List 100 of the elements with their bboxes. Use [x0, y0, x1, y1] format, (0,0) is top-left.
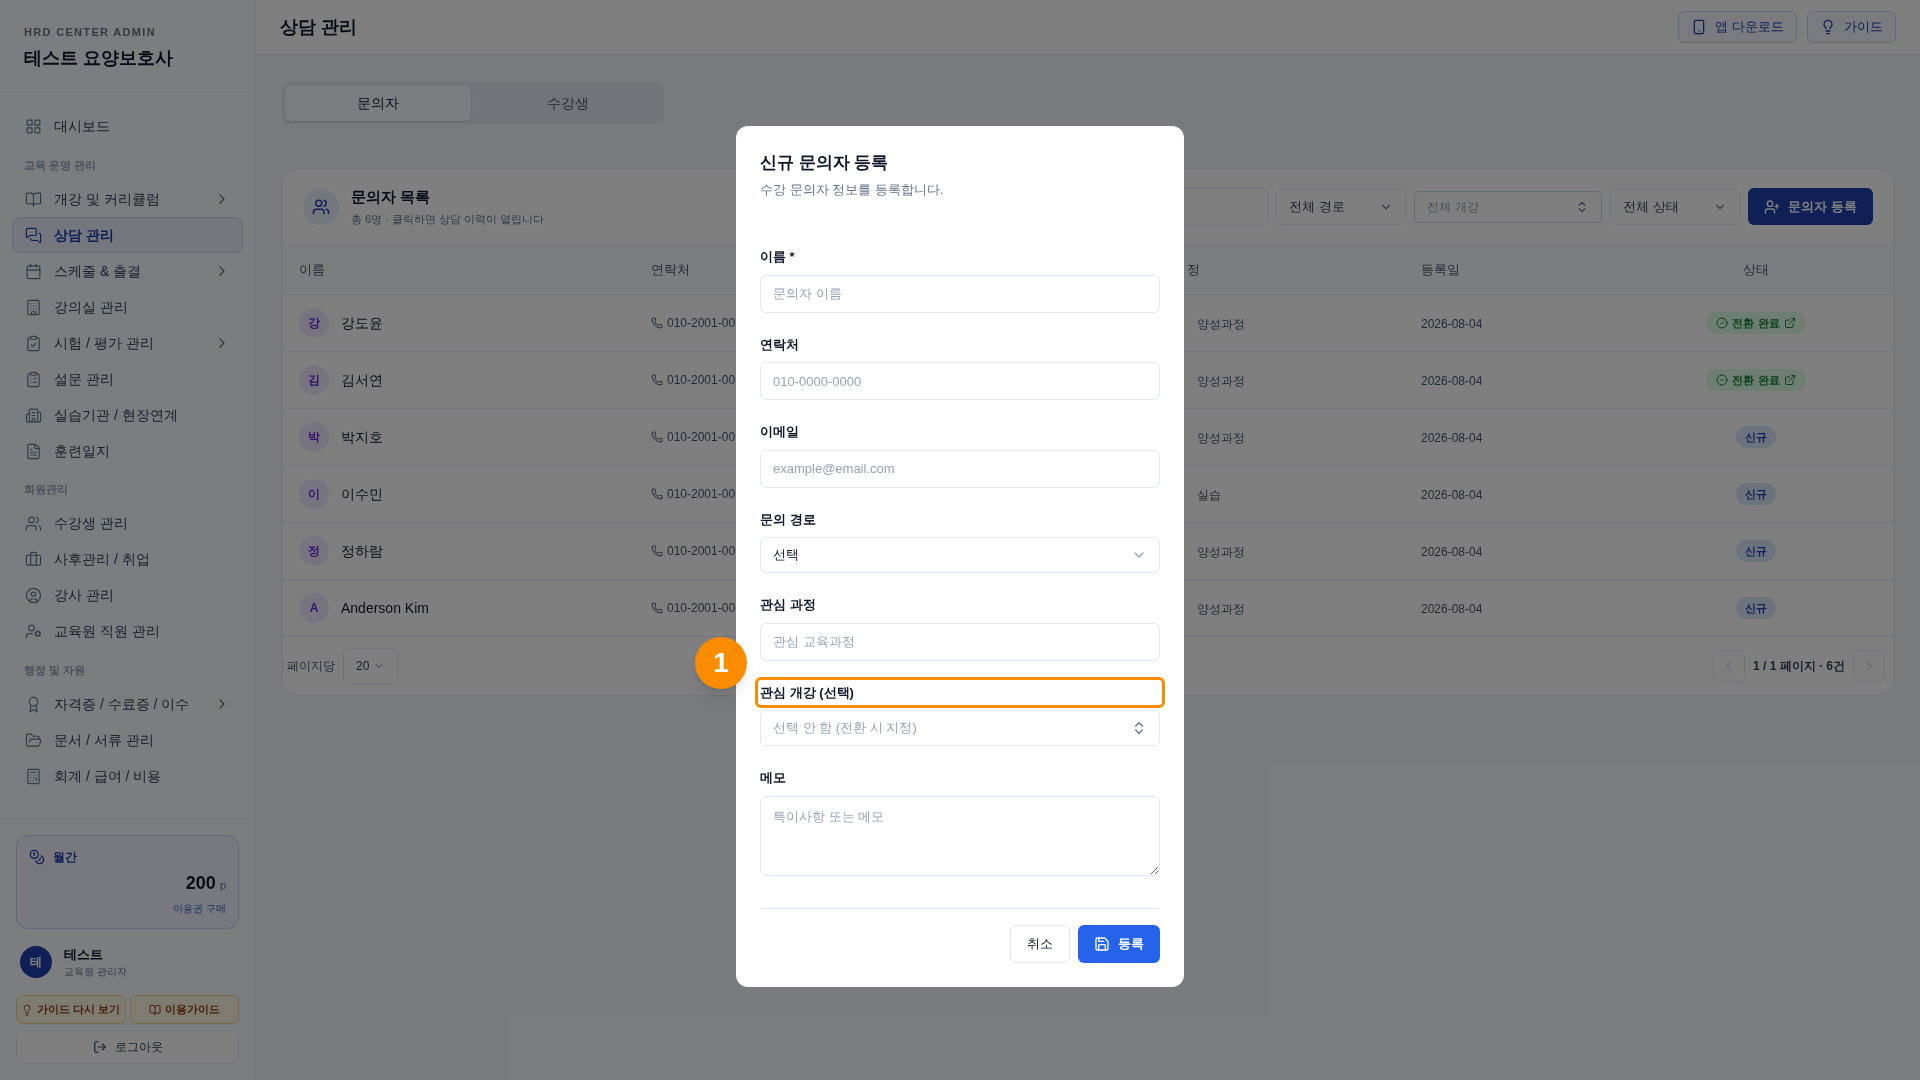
- initial-avatar: 정: [299, 536, 329, 566]
- date-cell: 2026-08-04: [1421, 488, 1483, 502]
- filter-select[interactable]: 전체 상태: [1610, 188, 1741, 225]
- page-title: 상담 관리: [280, 15, 357, 39]
- user-name: 테스트: [64, 945, 104, 964]
- sidebar-item[interactable]: 사후관리 / 취업: [12, 541, 243, 578]
- sidebar-item[interactable]: 교육원 직원 관리: [12, 613, 243, 650]
- sidebar-item[interactable]: 수강생 관리: [12, 505, 243, 542]
- building-icon: [25, 406, 42, 424]
- text-input[interactable]: 문의자 이름: [760, 274, 1160, 313]
- name-cell-text: Anderson Kim: [341, 598, 429, 618]
- calculator-icon: [25, 767, 42, 785]
- check-circle-icon: [1716, 374, 1729, 386]
- highlighted-field-label: 관심 개강 (선택): [755, 676, 1165, 708]
- users-icon: [25, 515, 42, 532]
- guide-button[interactable]: 가이드: [1807, 11, 1896, 43]
- grid-icon: [25, 118, 42, 135]
- tab[interactable]: 수강생: [475, 85, 661, 121]
- sidebar-item[interactable]: 시험 / 평가 관리: [12, 325, 243, 361]
- name-cell-text: 정하람: [341, 541, 383, 561]
- sidebar-item[interactable]: 강사 관리: [12, 577, 243, 614]
- user-avatar: 테: [20, 945, 52, 978]
- phone-icon: [651, 317, 663, 329]
- status-badge: 신규: [1736, 426, 1776, 448]
- date-cell: 2026-08-04: [1421, 602, 1483, 616]
- column-header: 등록일: [1421, 261, 1460, 277]
- select-field[interactable]: 선택: [760, 537, 1160, 573]
- phone-icon: [651, 374, 663, 386]
- phone-icon: [651, 545, 663, 557]
- course-cell: 양성과정: [1197, 374, 1245, 388]
- column-header: 연락처: [651, 261, 690, 277]
- filter-select[interactable]: 전체 경로: [1276, 188, 1407, 225]
- phone-cell-text: 010-2001-00: [667, 372, 736, 389]
- book-icon: [25, 190, 42, 208]
- date-cell: 2026-08-04: [1421, 374, 1483, 388]
- book-icon: [148, 1003, 161, 1016]
- sidebar-item[interactable]: 상담 관리: [12, 217, 243, 253]
- purchase-link[interactable]: 이용권 구매: [173, 900, 226, 916]
- coins-icon: [29, 848, 45, 865]
- phone-icon: [651, 488, 663, 500]
- user-gear-icon: [25, 623, 42, 640]
- text-input[interactable]: example@email.com: [760, 449, 1160, 488]
- course-cell: 양성과정: [1197, 317, 1245, 331]
- course-cell: 양성과정: [1197, 431, 1245, 445]
- memo-textarea[interactable]: 특이사항 또는 메모: [760, 795, 1160, 876]
- points-value: 200: [185, 871, 216, 895]
- sidebar-item[interactable]: 훈련일지: [12, 433, 243, 469]
- lightbulb-icon: [21, 1003, 34, 1016]
- field-label: 연락처: [759, 335, 800, 354]
- check-circle-icon: [1716, 317, 1729, 329]
- points-unit: p: [219, 877, 226, 893]
- course-cell: 실습: [1197, 488, 1221, 502]
- building-icon: [25, 298, 42, 316]
- submit-button[interactable]: 등록: [1078, 924, 1160, 963]
- sidebar-item[interactable]: 문서 / 서류 관리: [12, 722, 243, 758]
- folder-icon: [25, 731, 42, 749]
- sidebar-item[interactable]: 대시보드: [12, 108, 243, 145]
- status-badge[interactable]: 전환 완료: [1706, 312, 1806, 334]
- per-page-label: 페이지당: [287, 658, 335, 675]
- next-page-button[interactable]: [1853, 650, 1885, 682]
- add-inquirer-button[interactable]: 문의자 등록: [1748, 188, 1873, 225]
- status-badge[interactable]: 전환 완료: [1706, 369, 1806, 391]
- date-cell: 2026-08-04: [1421, 431, 1483, 445]
- combobox-field[interactable]: 선택 안 함 (전환 시 지정): [760, 710, 1160, 746]
- sidebar-item[interactable]: 실습기관 / 현장연계: [12, 397, 243, 433]
- name-cell-text: 김서연: [341, 370, 383, 390]
- page-info: 1 / 1 페이지 · 6건: [1752, 658, 1845, 675]
- sidebar-item[interactable]: 강의실 관리: [12, 289, 243, 325]
- name-cell-text: 박지호: [341, 427, 383, 447]
- column-header: 상태: [1743, 261, 1769, 277]
- previous-page-button[interactable]: [1712, 650, 1745, 682]
- phone-icon: [651, 431, 663, 443]
- initial-avatar: 강: [299, 308, 329, 338]
- text-input[interactable]: 010-0000-0000: [760, 362, 1160, 400]
- phone-icon: [651, 602, 663, 614]
- logout-button[interactable]: 로그아웃: [16, 1030, 239, 1064]
- lightbulb-icon: [1820, 19, 1836, 35]
- sidebar-item[interactable]: 개강 및 커리큘럼: [12, 181, 243, 217]
- cancel-button[interactable]: 취소: [1010, 924, 1070, 963]
- clipboard-check-icon: [25, 334, 42, 352]
- initial-avatar: 박: [299, 422, 329, 452]
- guide-button[interactable]: 가이드 다시 보기: [16, 995, 126, 1024]
- text-input[interactable]: 관심 교육과정: [760, 622, 1160, 661]
- per-page-select[interactable]: 20: [343, 648, 398, 684]
- sidebar-item[interactable]: 자격증 / 수료증 / 이수: [12, 686, 243, 722]
- plan-label: 월간: [53, 848, 77, 866]
- external-link-icon: [1783, 374, 1796, 386]
- name-cell-text: 강도윤: [341, 313, 383, 333]
- chat-icon: [25, 226, 42, 244]
- card-title: 문의자 목록: [351, 187, 432, 207]
- card-subtitle: 총 6명 · 클릭하면 상담 이력이 열립니다: [351, 211, 545, 227]
- tab[interactable]: 문의자: [285, 85, 471, 121]
- dialog-subtitle: 수강 문의자 정보를 등록합니다.: [760, 180, 945, 199]
- field-label: 이메일: [759, 423, 800, 441]
- sidebar-item[interactable]: 스케줄 & 출결: [12, 253, 243, 289]
- sidebar-item[interactable]: 회계 / 급여 / 비용: [12, 758, 243, 794]
- sidebar-item[interactable]: 설문 관리: [12, 361, 243, 397]
- guide-button[interactable]: 이용가이드: [129, 995, 239, 1024]
- app-download-button[interactable]: 앱 다운로드: [1678, 11, 1797, 43]
- save-icon: [1094, 935, 1110, 952]
